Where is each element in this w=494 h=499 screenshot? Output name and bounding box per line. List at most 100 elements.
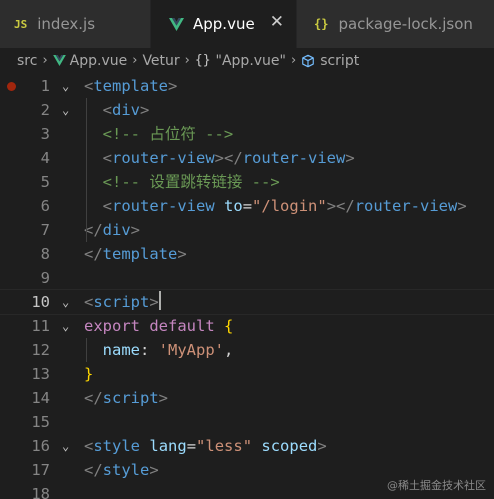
line-number: 17 — [31, 461, 50, 479]
code-token: ></ — [214, 149, 243, 167]
tab-label: package-lock.json — [338, 15, 473, 33]
breadcrumb-item-app-vue[interactable]: App.vue — [70, 53, 128, 69]
code-text: <!-- 设置跳转链接 --> — [84, 170, 280, 194]
code-token: </ — [84, 389, 103, 407]
code-token: < — [102, 197, 113, 215]
tab-app-vue[interactable]: App.vue ✕ — [151, 0, 296, 48]
text-cursor — [158, 291, 161, 310]
code-token: < — [84, 77, 94, 95]
code-token: < — [102, 149, 113, 167]
code-token: > — [457, 197, 467, 215]
code-text: <div> — [84, 98, 150, 122]
code-token: "less" — [196, 437, 253, 455]
fold-chevron-icon[interactable]: ⌄ — [62, 74, 69, 98]
code-token: { — [224, 317, 234, 335]
code-token: script — [93, 293, 150, 311]
close-tab-icon[interactable]: ✕ — [270, 14, 284, 31]
code-line[interactable]: 3 <!-- 占位符 --> — [0, 122, 494, 146]
code-text: export default { — [84, 314, 233, 338]
code-line[interactable]: 13} — [0, 362, 494, 386]
code-line[interactable]: 8 </template> — [0, 242, 494, 266]
line-number: 8 — [40, 245, 50, 263]
line-number: 10 — [31, 293, 50, 311]
code-text: <router-view></router-view> — [84, 146, 355, 170]
code-line[interactable]: 6 <router-view to="/login"></router-view… — [0, 194, 494, 218]
code-token: lang — [149, 437, 187, 455]
fold-chevron-icon[interactable]: ⌄ — [62, 434, 69, 458]
code-editor[interactable]: 1 ⌄ <template> 2 ⌄ <div> 3 <!-- 占位符 --> 4 <rou… — [0, 73, 494, 499]
code-line[interactable]: 12 name: 'MyApp', — [0, 338, 494, 362]
code-text: </div> — [84, 218, 140, 242]
chevron-right-icon: › — [132, 53, 138, 68]
line-number: 15 — [31, 413, 50, 431]
breadcrumb-item-src[interactable]: src — [17, 53, 37, 69]
code-line[interactable]: 11 ⌄ export default { — [0, 314, 494, 338]
line-number: 14 — [31, 389, 50, 407]
line-number: 4 — [40, 149, 50, 167]
code-token: div — [112, 101, 141, 119]
code-token: } — [84, 365, 94, 383]
line-number: 12 — [31, 341, 50, 359]
code-token: > — [168, 77, 178, 95]
code-token: router-view — [112, 197, 215, 215]
code-line[interactable]: 2 ⌄ <div> — [0, 98, 494, 122]
code-line[interactable]: 1 ⌄ <template> — [0, 74, 494, 98]
code-token: > — [149, 461, 159, 479]
tab-bar: JS index.js App.vue ✕ {} package-lock.js… — [0, 0, 494, 48]
code-token: = — [186, 437, 197, 455]
code-token: </ — [84, 245, 103, 263]
code-token: > — [130, 221, 141, 239]
line-number: 2 — [40, 101, 50, 119]
code-line[interactable]: 4 <router-view></router-view> — [0, 146, 494, 170]
fold-chevron-icon[interactable]: ⌄ — [62, 98, 69, 122]
code-line[interactable]: 9 — [0, 266, 494, 290]
code-token: script — [102, 389, 159, 407]
line-number: 1 — [40, 77, 50, 95]
code-token: "/login" — [252, 197, 327, 215]
code-token: : — [140, 341, 159, 359]
json-file-icon: {} — [314, 17, 329, 31]
code-token: 'MyApp' — [158, 341, 224, 359]
vue-file-icon — [52, 55, 66, 66]
code-token: scoped — [261, 437, 318, 455]
code-token: default — [149, 317, 215, 335]
watermark: @稀土掘金技术社区 — [387, 479, 486, 492]
vue-file-icon — [169, 17, 184, 31]
code-token: to — [224, 197, 243, 215]
line-number: 9 — [40, 269, 50, 287]
breadcrumb-item-app-vue-module[interactable]: "App.vue" — [216, 53, 286, 69]
chevron-right-icon: › — [184, 53, 190, 68]
code-line[interactable]: 10 ⌄ <script> — [0, 289, 494, 315]
code-token: > — [345, 149, 355, 167]
code-line[interactable]: 16 ⌄ <style lang="less" scoped> — [0, 434, 494, 458]
line-number: 11 — [31, 317, 50, 335]
code-text: </script> — [84, 386, 168, 410]
tab-label: App.vue — [193, 15, 255, 33]
code-text: <style lang="less" scoped> — [84, 434, 327, 458]
code-line[interactable]: 14 </script> — [0, 386, 494, 410]
breadcrumb-item-vetur[interactable]: Vetur — [142, 53, 179, 69]
code-token: > — [317, 437, 327, 455]
line-number: 3 — [40, 125, 50, 143]
code-line[interactable]: 15 — [0, 410, 494, 434]
code-line[interactable]: 5 <!-- 设置跳转链接 --> — [0, 170, 494, 194]
code-token: style — [102, 461, 150, 479]
tab-package-lock-json[interactable]: {} package-lock.json — [297, 0, 494, 48]
breadcrumb-item-script[interactable]: script — [320, 53, 359, 69]
line-number: 13 — [31, 365, 50, 383]
fold-chevron-icon[interactable]: ⌄ — [62, 314, 69, 338]
code-token: router-view — [354, 197, 458, 215]
code-token: </ — [84, 461, 103, 479]
code-line[interactable]: 7 </div> — [0, 218, 494, 242]
code-token: <!-- 设置跳转链接 --> — [102, 173, 280, 191]
tab-index-js[interactable]: JS index.js — [0, 0, 150, 48]
code-text: <router-view to="/login"></router-view> — [84, 194, 467, 218]
code-token: < — [84, 437, 94, 455]
fold-chevron-icon[interactable]: ⌄ — [62, 290, 69, 314]
line-number: 18 — [31, 485, 50, 499]
code-text: name: 'MyApp', — [84, 338, 234, 362]
code-token: > — [140, 101, 150, 119]
code-token: ></ — [326, 197, 355, 215]
